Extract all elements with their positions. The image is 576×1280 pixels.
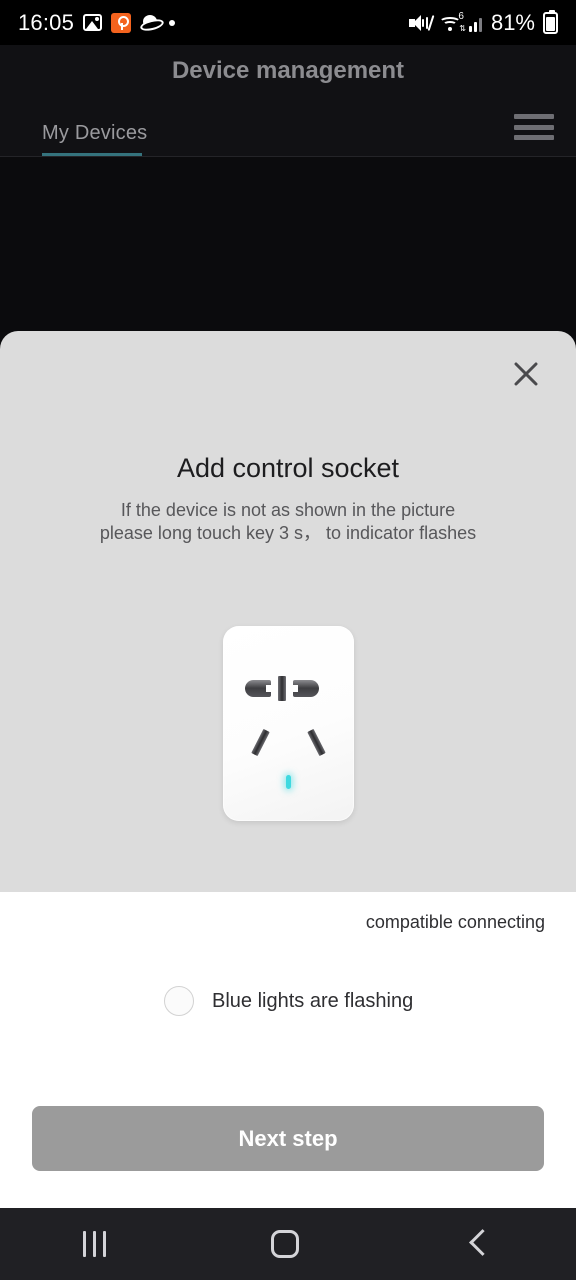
status-bar-right-group: 6 ⇅ 81% (408, 9, 558, 36)
page-title: Device management (171, 57, 405, 84)
socket-slot-angled-left (251, 728, 270, 757)
key-icon (111, 12, 132, 33)
blue-lights-check-row[interactable]: Blue lights are flashing (164, 986, 413, 1016)
sheet-subtitle-line-2: please long touch key 3 s， to indicator … (99, 523, 477, 543)
recents-icon[interactable] (82, 1231, 106, 1257)
app-header: Device management My Devices (0, 45, 576, 157)
blue-lights-label: Blue lights are flashing (212, 989, 414, 1012)
sheet-subtitle-line-1: If the device is not as shown in the pic… (120, 500, 456, 520)
sheet-subtitle: If the device is not as shown in the pic… (0, 499, 576, 545)
tab-bar: My Devices (0, 99, 576, 157)
dot-icon (169, 19, 176, 26)
socket-slot-angled-right (307, 728, 326, 757)
battery-percent-label: 81% (490, 9, 535, 35)
mute-icon (408, 14, 435, 32)
status-bar-left-group: 16:05 (18, 9, 176, 36)
socket-slot-right (293, 680, 319, 697)
next-step-button[interactable]: Next step (32, 1106, 544, 1171)
tab-my-devices[interactable]: My Devices (42, 122, 147, 157)
close-icon[interactable] (506, 354, 546, 394)
status-bar: 16:05 6 ⇅ 81% (0, 0, 576, 45)
hamburger-menu-icon[interactable] (514, 111, 554, 143)
socket-led-indicator (286, 775, 291, 789)
photo-icon (83, 14, 103, 31)
blue-lights-checkbox[interactable] (164, 986, 194, 1016)
tab-my-devices-label: My Devices (42, 122, 148, 144)
home-icon[interactable] (270, 1230, 299, 1258)
mute-slash-lines (421, 14, 435, 31)
planet-icon (140, 15, 160, 30)
wifi6-icon: 6 ⇅ (438, 11, 466, 32)
back-icon[interactable] (464, 1229, 494, 1259)
socket-slot-left (245, 680, 271, 697)
phone-screen: 16:05 6 ⇅ 81% Device management My Device… (0, 0, 576, 1280)
battery-icon (543, 9, 558, 34)
signal-icon (468, 14, 482, 32)
sheet-title: Add control socket (176, 453, 400, 483)
compatible-connecting-link[interactable]: compatible connecting (366, 912, 545, 933)
status-clock: 16:05 (18, 9, 75, 35)
wall-socket-illustration (223, 626, 354, 821)
socket-slot-center (278, 676, 286, 701)
system-navigation-bar (0, 1208, 576, 1280)
device-list-area (0, 157, 576, 332)
